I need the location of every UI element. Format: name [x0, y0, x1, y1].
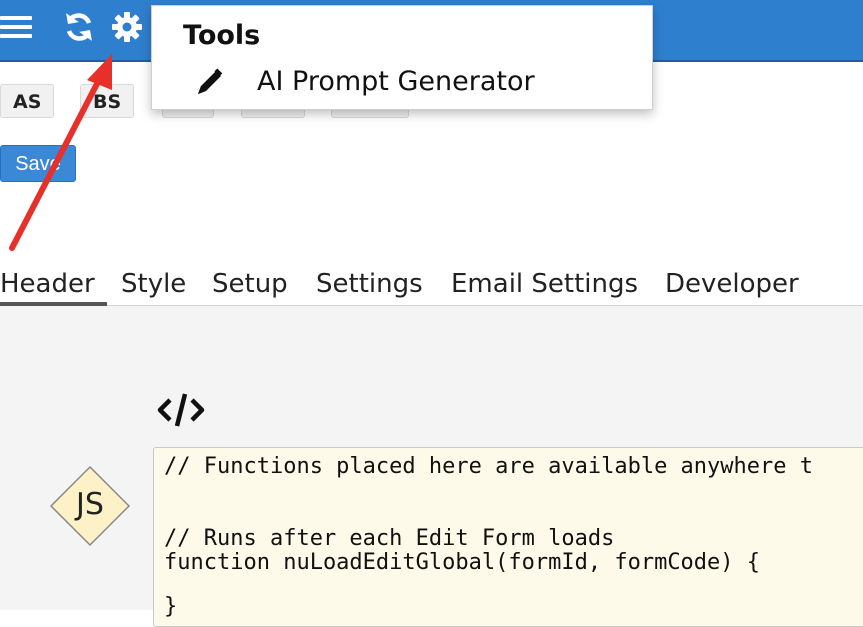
- tab-bar: Header Style Setup Settings Email Settin…: [0, 265, 863, 307]
- menu-item-label: AI Prompt Generator: [257, 66, 535, 97]
- tools-dropdown-menu: Tools AI Prompt Generator: [151, 5, 653, 110]
- js-badge-label: JS: [76, 487, 104, 522]
- annotation-arrow: [9, 54, 112, 251]
- tab-setup[interactable]: Setup: [212, 269, 288, 299]
- pencil-icon: [192, 66, 226, 104]
- code-line: function nuLoadEditGlobal(formId, formCo…: [164, 550, 761, 575]
- gear-icon[interactable]: [110, 10, 144, 44]
- code-line: // Runs after each Edit Form loads: [164, 526, 615, 551]
- javascript-code-editor[interactable]: // Functions placed here are available a…: [153, 447, 863, 627]
- menu-item-ai-prompt-generator[interactable]: AI Prompt Generator: [182, 62, 622, 102]
- javascript-badge: JS: [49, 465, 131, 547]
- code-line: // Functions placed here are available a…: [164, 454, 814, 479]
- tools-menu-title: Tools: [183, 20, 261, 51]
- code-line: }: [164, 594, 178, 619]
- tab-email-settings[interactable]: Email Settings: [451, 269, 638, 299]
- tab-header[interactable]: Header: [0, 269, 95, 299]
- tab-settings[interactable]: Settings: [316, 269, 423, 299]
- tab-developer[interactable]: Developer: [665, 269, 799, 299]
- tab-style[interactable]: Style: [121, 269, 186, 299]
- refresh-icon[interactable]: [62, 10, 96, 44]
- code-tag-icon: [156, 392, 206, 428]
- hamburger-menu-icon[interactable]: [0, 10, 34, 44]
